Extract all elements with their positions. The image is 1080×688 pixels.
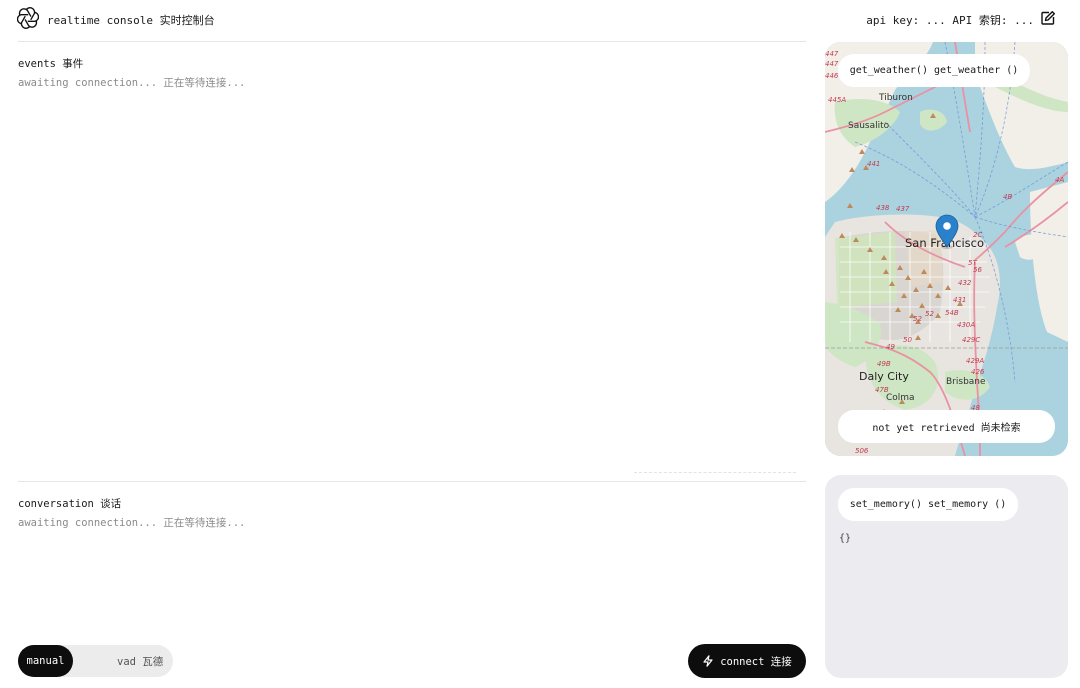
route-label: 56 [973,266,982,274]
weather-function-pill: get_weather() get_weather () [838,54,1030,87]
route-label: 445A [828,96,846,104]
route-label: 2C [973,231,982,239]
edit-icon[interactable] [1040,10,1056,26]
memory-panel: set_memory() set_memory () {} [825,475,1068,678]
events-title: events 事件 [18,58,84,70]
route-label: 506 [855,447,869,455]
route-label: 50 [903,336,912,344]
top-bar: realtime console 实时控制台 api key: ... API … [0,0,1080,38]
route-label: 446 [825,72,839,80]
route-label: 429C [962,336,980,344]
memory-function-pill: set_memory() set_memory () [838,488,1018,521]
route-label: 441 [867,160,880,168]
connect-label: connect 连接 [720,655,792,668]
conversation-title: conversation 谈话 [18,498,122,510]
mode-toggle[interactable]: manual vad 瓦德 [18,645,173,677]
map[interactable]: Tiburon Sausalito San Francisco Daly Cit… [825,42,1068,456]
route-label: 447 [825,60,839,68]
route-label: 47B [875,386,889,394]
route-label: 430A [957,321,975,329]
connect-button[interactable]: connect 连接 [688,644,806,678]
route-label: 432 [958,279,972,287]
route-label: 4A [1055,176,1064,184]
route-label: 4B [1003,193,1012,201]
memory-value: {} [839,533,852,544]
conversation-status: awaiting connection... 正在等待连接... [18,517,246,529]
api-key-label[interactable]: api key: ... API 索钥: ... [866,12,1034,28]
route-label: 431 [953,296,966,304]
mode-manual-button[interactable]: manual [18,645,73,677]
route-label: 52 [913,315,922,323]
route-label: 437 [896,205,910,213]
mode-vad-button[interactable]: vad 瓦德 [117,645,163,677]
map-label-daly-city: Daly City [859,370,909,383]
openai-logo-icon [17,7,39,29]
map-label-brisbane: Brisbane [946,377,986,387]
events-status: awaiting connection... 正在等待连接... [18,77,246,89]
lightning-icon [703,655,713,667]
route-label: 426 [971,368,985,376]
app-title: realtime console 实时控制台 [47,14,215,27]
weather-status-pill: not yet retrieved 尚未检索 [838,410,1055,443]
route-label: 447 [825,50,839,58]
section-divider [18,481,806,482]
route-label: 49 [886,343,895,351]
weather-panel: Tiburon Sausalito San Francisco Daly Cit… [825,42,1068,456]
map-label-colma: Colma [886,393,915,403]
route-label: 54B [945,309,959,317]
map-label-tiburon: Tiburon [878,93,913,103]
route-label: 438 [876,204,890,212]
resize-handle[interactable] [634,472,796,476]
route-label: 49B [877,360,891,368]
route-label: 52 [925,310,934,318]
route-label: 429A [966,357,984,365]
header-divider [18,41,806,42]
map-label-sausalito: Sausalito [848,121,890,131]
